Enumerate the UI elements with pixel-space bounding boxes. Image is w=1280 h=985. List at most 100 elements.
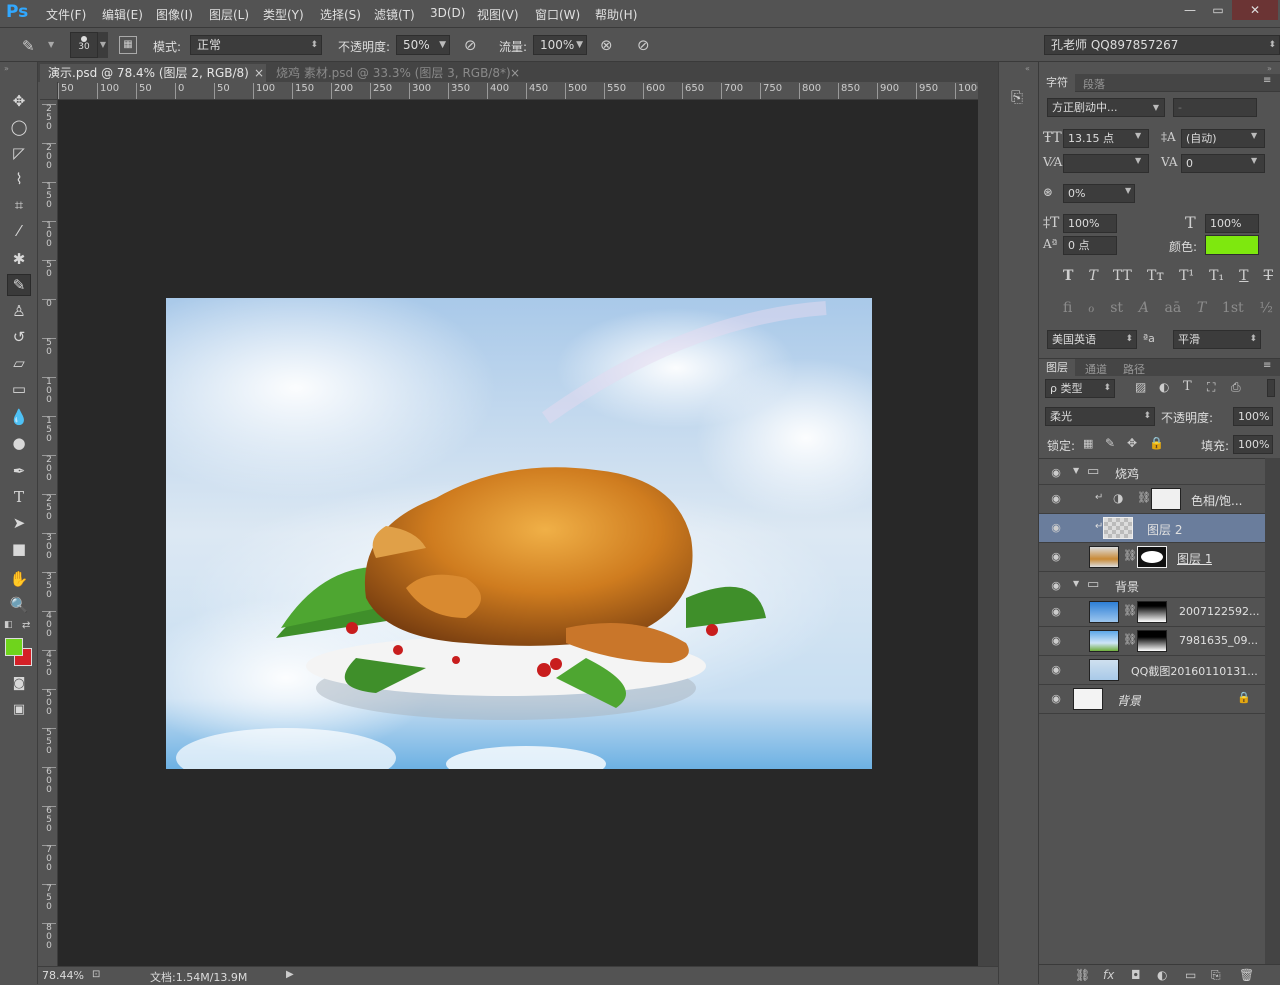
eye-icon[interactable]: ◉ xyxy=(1049,521,1063,535)
zoom-icon[interactable]: 🔍 xyxy=(7,594,31,616)
screen-mode-icon[interactable]: ▣ xyxy=(7,698,31,720)
filter-toggle[interactable] xyxy=(1267,379,1275,397)
panel-menu-icon[interactable]: ≡ xyxy=(1263,360,1271,371)
dodge-icon[interactable]: ● xyxy=(7,432,31,454)
layer-row-group-background[interactable]: ◉ ▼ ▭ 背景 xyxy=(1039,572,1265,598)
layer-row-background[interactable]: ◉ 背景 🔒 xyxy=(1039,685,1265,714)
layer-row-group-chicken[interactable]: ◉ ▼ ▭ 烧鸡 xyxy=(1039,459,1265,485)
new-adjustment-icon[interactable]: ◐ xyxy=(1157,968,1167,982)
tab-paragraph[interactable]: 段落 xyxy=(1083,76,1105,92)
blend-mode-select[interactable]: 柔光 ⬍ xyxy=(1045,407,1155,426)
superscript-button[interactable]: T¹ xyxy=(1179,268,1194,284)
tab-demo[interactable]: 演示.psd @ 78.4% (图层 2, RGB/8) * × xyxy=(40,64,266,98)
lock-transparent-icon[interactable]: ▦ xyxy=(1083,437,1093,450)
strikethrough-button[interactable]: T xyxy=(1264,268,1273,284)
layer-thumbnail[interactable] xyxy=(1089,630,1119,652)
brush-panel-toggle-icon[interactable]: ▦ xyxy=(119,36,137,54)
chevron-down-icon[interactable]: ▼ xyxy=(1135,156,1141,165)
chevron-down-icon[interactable]: ▼ xyxy=(1125,186,1131,195)
quick-select-icon[interactable]: ⌇ xyxy=(7,168,31,190)
workspace-select[interactable]: 孔老师 QQ897857267 ⬍ xyxy=(1044,35,1280,55)
layers-scrollbar[interactable] xyxy=(1265,458,1280,968)
lock-pixels-icon[interactable]: ✎ xyxy=(1105,436,1115,450)
rectangle-icon[interactable]: ■ xyxy=(7,538,31,560)
lock-position-icon[interactable]: ✥ xyxy=(1127,436,1137,450)
layer-row-layer-2[interactable]: ◉ ↵ 图层 2 xyxy=(1039,514,1265,543)
brush-preset-picker[interactable]: 30 xyxy=(70,32,98,58)
filter-adjustment-icon[interactable]: ◐ xyxy=(1159,380,1169,394)
mask-thumbnail[interactable] xyxy=(1151,488,1181,510)
clone-stamp-icon[interactable]: ♙ xyxy=(7,300,31,322)
flow-input[interactable]: 100% ▼ xyxy=(533,35,587,55)
pressure-size-icon[interactable]: ⊘ xyxy=(637,36,650,54)
eye-icon[interactable]: ◉ xyxy=(1049,634,1063,648)
underline-button[interactable]: T xyxy=(1239,268,1248,284)
collapse-icon[interactable]: » xyxy=(1267,64,1272,73)
chevron-down-icon[interactable]: ▼ xyxy=(1147,98,1165,117)
layer-opacity-input[interactable]: 100% xyxy=(1233,407,1273,426)
close-icon[interactable]: × xyxy=(254,64,264,82)
baseline-shift-input[interactable]: 0 点 xyxy=(1063,236,1117,255)
document-image[interactable] xyxy=(166,298,872,769)
canvas-area[interactable] xyxy=(58,100,978,966)
ruler-origin[interactable] xyxy=(40,82,58,100)
layer-row-layer-1[interactable]: ◉ ⛓ 图层 1 xyxy=(1039,543,1265,572)
mask-thumbnail[interactable] xyxy=(1137,546,1167,568)
eye-icon[interactable]: ◉ xyxy=(1049,663,1063,677)
crop-icon[interactable]: ⌗ xyxy=(7,194,31,216)
eye-icon[interactable]: ◉ xyxy=(1049,692,1063,706)
chevron-down-icon[interactable]: ▼ xyxy=(1251,131,1257,140)
layer-thumbnail[interactable] xyxy=(1089,601,1119,623)
fractions-button[interactable]: ½ xyxy=(1259,300,1273,316)
history-panel-icon[interactable]: ⎘ xyxy=(1011,88,1023,106)
eyedropper-icon[interactable]: ⁄ xyxy=(7,220,31,242)
contextual-alternates-button[interactable]: ℴ xyxy=(1088,300,1094,316)
layer-thumbnail[interactable] xyxy=(1103,517,1133,539)
eye-icon[interactable]: ◉ xyxy=(1049,550,1063,564)
layer-filter-select[interactable]: ρ 类型 ⬍ xyxy=(1045,379,1115,398)
chevron-down-icon[interactable]: ▼ xyxy=(1073,466,1079,475)
layer-row-hue-saturation[interactable]: ◉ ↵ ◑ ⛓ 色相/饱... xyxy=(1039,485,1265,514)
chevron-down-icon[interactable]: ▼ xyxy=(1135,131,1141,140)
tab-character[interactable]: 字符 xyxy=(1039,74,1075,92)
subscript-button[interactable]: T₁ xyxy=(1209,268,1224,284)
lasso-icon[interactable]: ◸ xyxy=(7,142,31,164)
menu-view[interactable]: 视图(V) xyxy=(477,6,519,23)
all-caps-button[interactable]: TT xyxy=(1113,268,1132,284)
filter-smart-object-icon[interactable]: ⎙ xyxy=(1231,380,1241,395)
quick-mask-icon[interactable]: ◙ xyxy=(7,672,31,694)
status-menu-arrow-icon[interactable]: ▶ xyxy=(286,969,294,980)
type-tool-icon[interactable]: T xyxy=(7,486,31,508)
move-tool-icon[interactable]: ✥ xyxy=(7,90,31,112)
ligatures-button[interactable]: fi xyxy=(1063,300,1072,316)
eraser-icon[interactable]: ▱ xyxy=(7,352,31,374)
collapse-icon[interactable]: « xyxy=(1025,64,1030,73)
stylistic-alternates-button[interactable]: aā xyxy=(1165,300,1182,316)
menu-file[interactable]: 文件(F) xyxy=(46,6,86,23)
tab-paths[interactable]: 路径 xyxy=(1123,361,1145,377)
horizontal-scale-input[interactable]: 100% xyxy=(1205,214,1259,233)
menu-help[interactable]: 帮助(H) xyxy=(595,6,637,23)
restore-button[interactable]: ▭ xyxy=(1204,0,1232,20)
eye-icon[interactable]: ◉ xyxy=(1049,605,1063,619)
filter-shape-icon[interactable]: ⛶ xyxy=(1207,380,1215,395)
menu-type[interactable]: 类型(Y) xyxy=(263,6,304,23)
pressure-opacity-icon[interactable]: ⊘ xyxy=(464,36,477,54)
swash-button[interactable]: A xyxy=(1139,300,1149,316)
close-icon[interactable]: × xyxy=(510,64,520,82)
add-mask-icon[interactable]: ◘ xyxy=(1131,968,1141,982)
vertical-scale-input[interactable]: 100% xyxy=(1063,214,1117,233)
ellipse-marquee-icon[interactable]: ◯ xyxy=(7,116,31,138)
font-style-select[interactable]: - xyxy=(1173,98,1257,117)
menu-image[interactable]: 图像(I) xyxy=(156,6,193,23)
link-layers-icon[interactable]: ⛓ xyxy=(1075,968,1090,982)
chevron-down-icon[interactable]: ▼ xyxy=(48,40,54,49)
faux-italic-button[interactable]: T xyxy=(1089,268,1098,284)
chevron-down-icon[interactable]: ▼ xyxy=(1251,156,1257,165)
menu-3d[interactable]: 3D(D) xyxy=(430,6,465,20)
new-layer-icon[interactable]: ⎘ xyxy=(1211,968,1221,983)
mode-select[interactable]: 正常 ⬍ xyxy=(190,35,322,55)
layer-thumbnail[interactable] xyxy=(1073,688,1103,710)
new-group-icon[interactable]: ▭ xyxy=(1185,968,1196,982)
antialias-select[interactable]: 平滑 ⬍ xyxy=(1173,330,1261,349)
